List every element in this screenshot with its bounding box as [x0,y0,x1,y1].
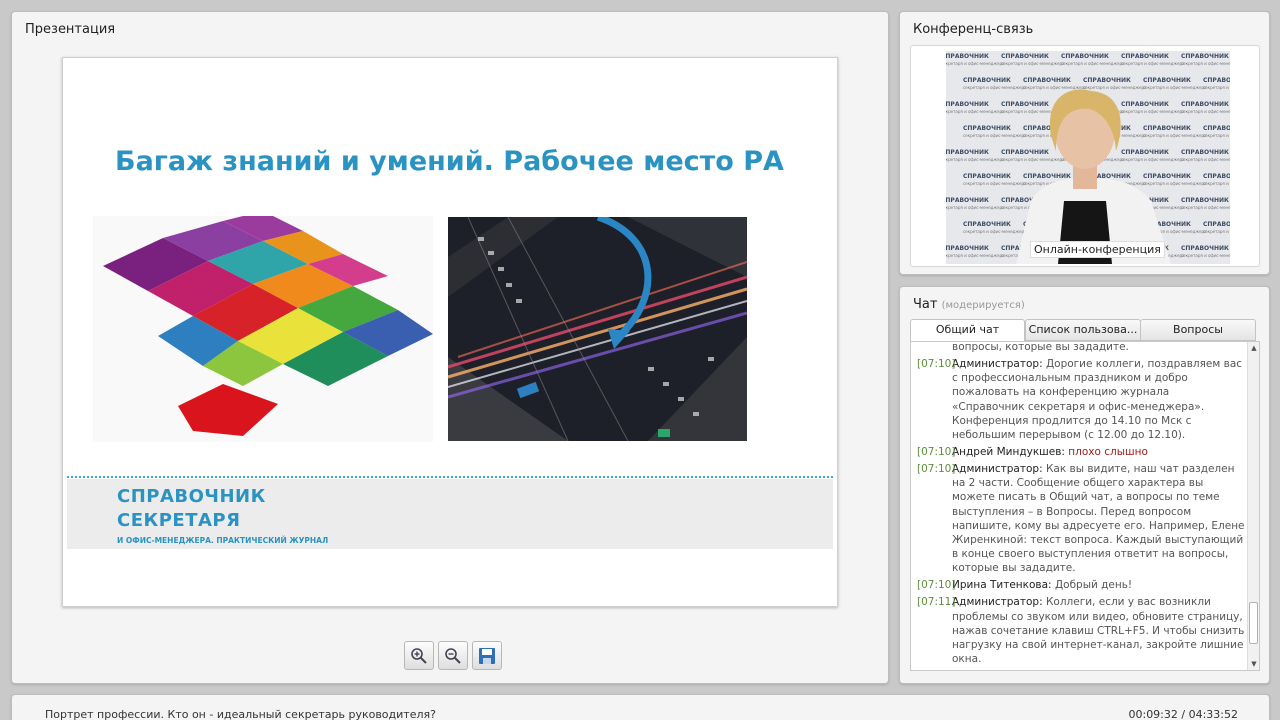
message-author[interactable]: Администратор: [952,463,1043,475]
message-text: все ок! [1047,670,1086,671]
chat-message: [07:10] Ирина Титенкова: Добрый день! [917,578,1245,592]
message-author[interactable]: Андрей Миндукшев: [952,446,1065,458]
message-time: [07:11] [917,596,956,609]
bottom-bar: Портрет профессии. Кто он - идеальный се… [11,694,1270,720]
scroll-up-icon[interactable]: ▲ [1248,342,1259,354]
message-text: Как вы видите, наш чат разделен на 2 час… [952,463,1245,575]
message-text: Дорогие коллеги, поздравляем вас с профе… [952,358,1243,442]
slide-divider [67,476,833,478]
logo-line-2: СЕКРЕТАРЯ [117,510,241,531]
zoom-in-icon [411,647,427,664]
chat-title: Чат (модерируется) [913,297,1025,312]
slide-heading: Багаж знаний и умений. Рабочее место РА [115,146,784,177]
message-text: Добрый день! [1054,579,1133,592]
slide-toolbar [404,641,502,670]
message-author[interactable]: Ирина Титенкова: [952,579,1052,591]
slide: Багаж знаний и умений. Рабочее место РА [62,57,838,607]
tab-user-list[interactable]: Список пользова... [1025,319,1141,341]
scroll-thumb[interactable] [1249,602,1258,644]
save-icon [479,647,495,664]
message-author[interactable]: Администратор: [952,596,1043,608]
message-time: [07:10] [917,358,956,370]
tab-general-chat[interactable]: Общий чат [910,319,1025,342]
message-text: вопросы, которые вы зададите. [952,341,1129,353]
message-time: [07:10] [917,446,956,459]
chat-message: вопросы, которые вы зададите. [917,341,1245,354]
save-button[interactable] [472,641,502,670]
event-title: Портрет профессии. Кто он - идеальный се… [45,708,436,720]
chat-scrollbar[interactable]: ▲ ▼ [1247,342,1259,670]
chat-message: [07:10] Администратор: Как вы видите, наш… [917,462,1245,576]
scroll-down-icon[interactable]: ▼ [1248,658,1259,670]
chat-panel: Чат (модерируется) Список пользова... Во… [899,286,1270,684]
message-time: [07:10] [917,463,956,476]
chat-message: [07:10] Андрей Миндукшев: плохо слышно [917,445,1245,459]
chat-messages: вопросы, которые вы зададите. [07:10] Адми… [917,341,1245,671]
city-traffic-image [448,217,747,441]
speaker-figure [1016,89,1171,264]
chat-tabs: Список пользова... Вопросы Общий чат [910,319,1256,342]
conference-panel: Конференц-связь СПРАВОЧНИКсекретаря и оф… [899,11,1270,275]
message-author[interactable]: Администратор: [952,358,1043,370]
zoom-in-button[interactable] [404,641,434,670]
zoom-out-button[interactable] [438,641,468,670]
logo-line-3: И ОФИС-МЕНЕДЖЕРА. ПРАКТИЧЕСКИЙ ЖУРНАЛ [117,536,329,545]
puzzle-image [93,211,433,442]
presentation-panel: Презентация Багаж знаний и умений. Рабоч… [11,11,889,684]
message-author[interactable]: Елена Колесова: [952,670,1044,671]
conference-title: Конференц-связь [913,22,1034,37]
zoom-out-icon [445,647,461,664]
message-time: [07:11] [917,669,955,670]
message-text: плохо слышно [1068,446,1148,459]
message-time: [07:10] [917,579,956,592]
playback-time: 00:09:32 / 04:33:52 [1128,708,1238,720]
chat-message: [07:11] Администратор: Коллеги, если у ва… [917,595,1245,666]
video-label: Онлайн-конференция [1030,241,1165,258]
chat-title-text: Чат [913,297,938,312]
chat-message: [07:10] Администратор: Дорогие коллеги, п… [917,357,1245,442]
presentation-title: Презентация [25,22,116,37]
video-frame: СПРАВОЧНИКсекретаря и офис-менеджераСПРА… [910,45,1260,267]
video-stream[interactable]: СПРАВОЧНИКсекретаря и офис-менеджераСПРА… [946,51,1230,264]
chat-message-area: вопросы, которые вы зададите. [07:10] Адми… [910,341,1260,671]
logo-line-1: СПРАВОЧНИК [117,486,266,507]
chat-message: [07:11]Елена Колесова: все ок! [917,669,1245,671]
chat-moderated-label: (модерируется) [941,300,1025,311]
tab-questions[interactable]: Вопросы [1140,319,1256,341]
